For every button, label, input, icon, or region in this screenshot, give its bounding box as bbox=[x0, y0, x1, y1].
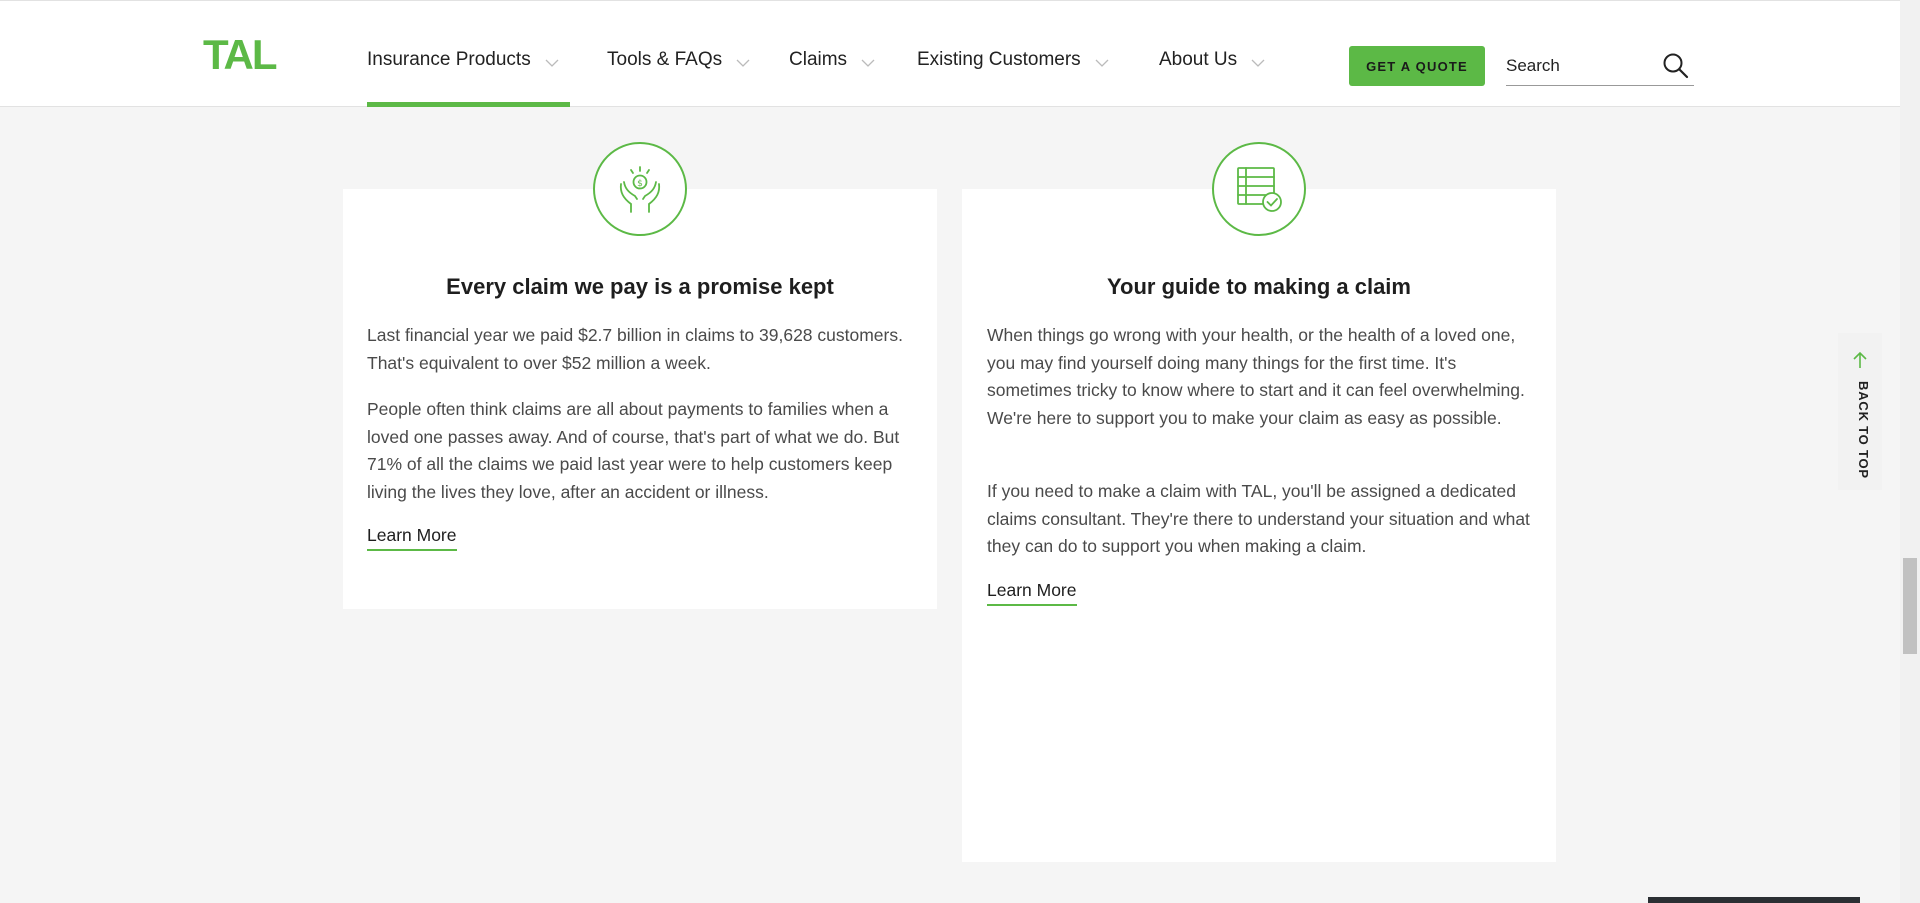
chevron-down-icon bbox=[545, 52, 559, 74]
nav-claims[interactable]: Claims bbox=[789, 49, 875, 107]
nav-label: Tools & FAQs bbox=[607, 49, 723, 70]
svg-text:$: $ bbox=[637, 179, 643, 189]
learn-more-link[interactable]: Learn More bbox=[367, 525, 457, 551]
nav-label: Insurance Products bbox=[367, 49, 531, 70]
tal-logo[interactable]: TAL bbox=[203, 34, 278, 76]
card-paragraph: If you need to make a claim with TAL, yo… bbox=[987, 481, 1530, 556]
site-header: TAL Insurance Products Tools & FAQs Clai… bbox=[0, 0, 1900, 107]
chevron-down-icon bbox=[1095, 52, 1109, 74]
learn-more-link[interactable]: Learn More bbox=[987, 580, 1077, 606]
nav-label: About Us bbox=[1159, 49, 1238, 70]
nav-existing-customers[interactable]: Existing Customers bbox=[917, 49, 1109, 107]
nav-label: Claims bbox=[789, 49, 848, 70]
page: TAL Insurance Products Tools & FAQs Clai… bbox=[0, 0, 1920, 903]
search-icon[interactable] bbox=[1662, 52, 1690, 85]
nav-label: Existing Customers bbox=[917, 49, 1081, 70]
card-paragraph: People often think claims are all about … bbox=[367, 399, 900, 502]
search-input[interactable] bbox=[1506, 48, 1656, 84]
card-paragraph: When things go wrong with your health, o… bbox=[987, 325, 1525, 428]
claim-promise-card: Every claim we pay is a promise kept Las… bbox=[343, 189, 937, 609]
card-title: Your guide to making a claim bbox=[1107, 274, 1411, 299]
card-title: Every claim we pay is a promise kept bbox=[446, 274, 834, 299]
get-a-quote-button[interactable]: GET A QUOTE bbox=[1349, 46, 1485, 86]
back-to-top-button[interactable]: BACK TO TOP bbox=[1838, 333, 1882, 490]
arrow-up-icon bbox=[1852, 351, 1868, 374]
hands-money-icon: $ bbox=[593, 142, 687, 236]
claim-guide-card: Your guide to making a claim When things… bbox=[962, 189, 1556, 862]
scrollbar-thumb[interactable] bbox=[1903, 558, 1917, 654]
scrollbar[interactable] bbox=[1900, 0, 1920, 903]
chevron-down-icon bbox=[1251, 52, 1265, 74]
nav-insurance-products[interactable]: Insurance Products bbox=[367, 49, 570, 107]
chevron-down-icon bbox=[736, 52, 750, 74]
card-paragraph: Last financial year we paid $2.7 billion… bbox=[367, 325, 903, 373]
checklist-icon bbox=[1212, 142, 1306, 236]
nav-about-us[interactable]: About Us bbox=[1159, 49, 1265, 107]
chevron-down-icon bbox=[861, 52, 875, 74]
search-box bbox=[1506, 48, 1694, 86]
back-to-top-label: BACK TO TOP bbox=[1856, 381, 1871, 479]
footer-edge bbox=[1648, 897, 1860, 903]
nav-tools-faqs[interactable]: Tools & FAQs bbox=[607, 49, 750, 107]
